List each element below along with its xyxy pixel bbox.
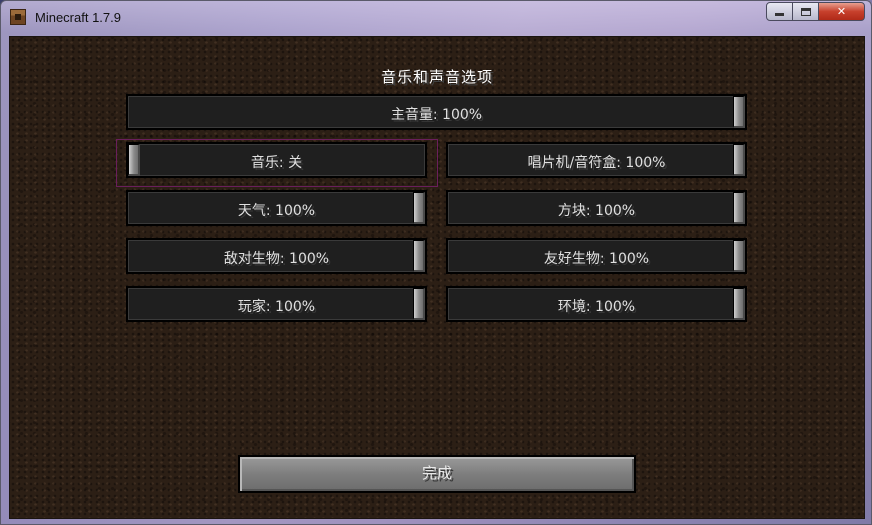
- slider-handle[interactable]: [413, 288, 425, 320]
- master-volume-slider[interactable]: 主音量: 100%: [126, 94, 747, 130]
- maximize-button[interactable]: [792, 2, 819, 21]
- minimize-icon: [775, 13, 784, 16]
- players-label: 玩家: 100%: [237, 299, 316, 315]
- friendly-creatures-slider[interactable]: 友好生物: 100%: [446, 238, 747, 274]
- slider-handle[interactable]: [413, 240, 425, 272]
- jukebox-noteblock-label: 唱片机/音符盒: 100%: [527, 155, 666, 171]
- close-icon: ✕: [836, 5, 847, 18]
- music-slider[interactable]: 音乐: 关: [126, 142, 427, 178]
- done-button[interactable]: 完成: [238, 455, 636, 493]
- hostile-creatures-slider[interactable]: 敌对生物: 100%: [126, 238, 427, 274]
- slider-handle[interactable]: [733, 288, 745, 320]
- slider-handle[interactable]: [733, 192, 745, 224]
- slider-handle[interactable]: [733, 96, 745, 128]
- slider-handle[interactable]: [733, 240, 745, 272]
- players-slider[interactable]: 玩家: 100%: [126, 286, 427, 322]
- blocks-slider[interactable]: 方块: 100%: [446, 190, 747, 226]
- friendly-creatures-label: 友好生物: 100%: [543, 251, 650, 267]
- slider-handle[interactable]: [733, 144, 745, 176]
- slider-handle[interactable]: [128, 144, 140, 176]
- window-controls: ✕: [766, 2, 865, 21]
- close-button[interactable]: ✕: [818, 2, 865, 21]
- page-title: 音乐和声音选项: [380, 68, 493, 86]
- weather-slider[interactable]: 天气: 100%: [126, 190, 427, 226]
- slider-handle[interactable]: [413, 192, 425, 224]
- weather-label: 天气: 100%: [237, 203, 316, 219]
- window-title: Minecraft 1.7.9: [35, 10, 121, 25]
- minimize-button[interactable]: [766, 2, 793, 21]
- blocks-label: 方块: 100%: [557, 203, 636, 219]
- ambient-slider[interactable]: 环境: 100%: [446, 286, 747, 322]
- hostile-creatures-label: 敌对生物: 100%: [223, 251, 330, 267]
- minecraft-block-icon: [10, 9, 26, 25]
- maximize-icon: [800, 7, 811, 16]
- minecraft-window: Minecraft 1.7.9 ✕ 音乐和声音选项 主音量: 100% 音乐: …: [0, 0, 872, 525]
- ambient-label: 环境: 100%: [557, 299, 636, 315]
- title-bar[interactable]: Minecraft 1.7.9 ✕: [1, 1, 871, 35]
- music-label: 音乐: 关: [250, 155, 303, 171]
- master-volume-label: 主音量: 100%: [390, 107, 483, 123]
- jukebox-noteblock-slider[interactable]: 唱片机/音符盒: 100%: [446, 142, 747, 178]
- game-viewport: 音乐和声音选项 主音量: 100% 音乐: 关 唱片机/音符盒: 100% 天气…: [9, 36, 865, 519]
